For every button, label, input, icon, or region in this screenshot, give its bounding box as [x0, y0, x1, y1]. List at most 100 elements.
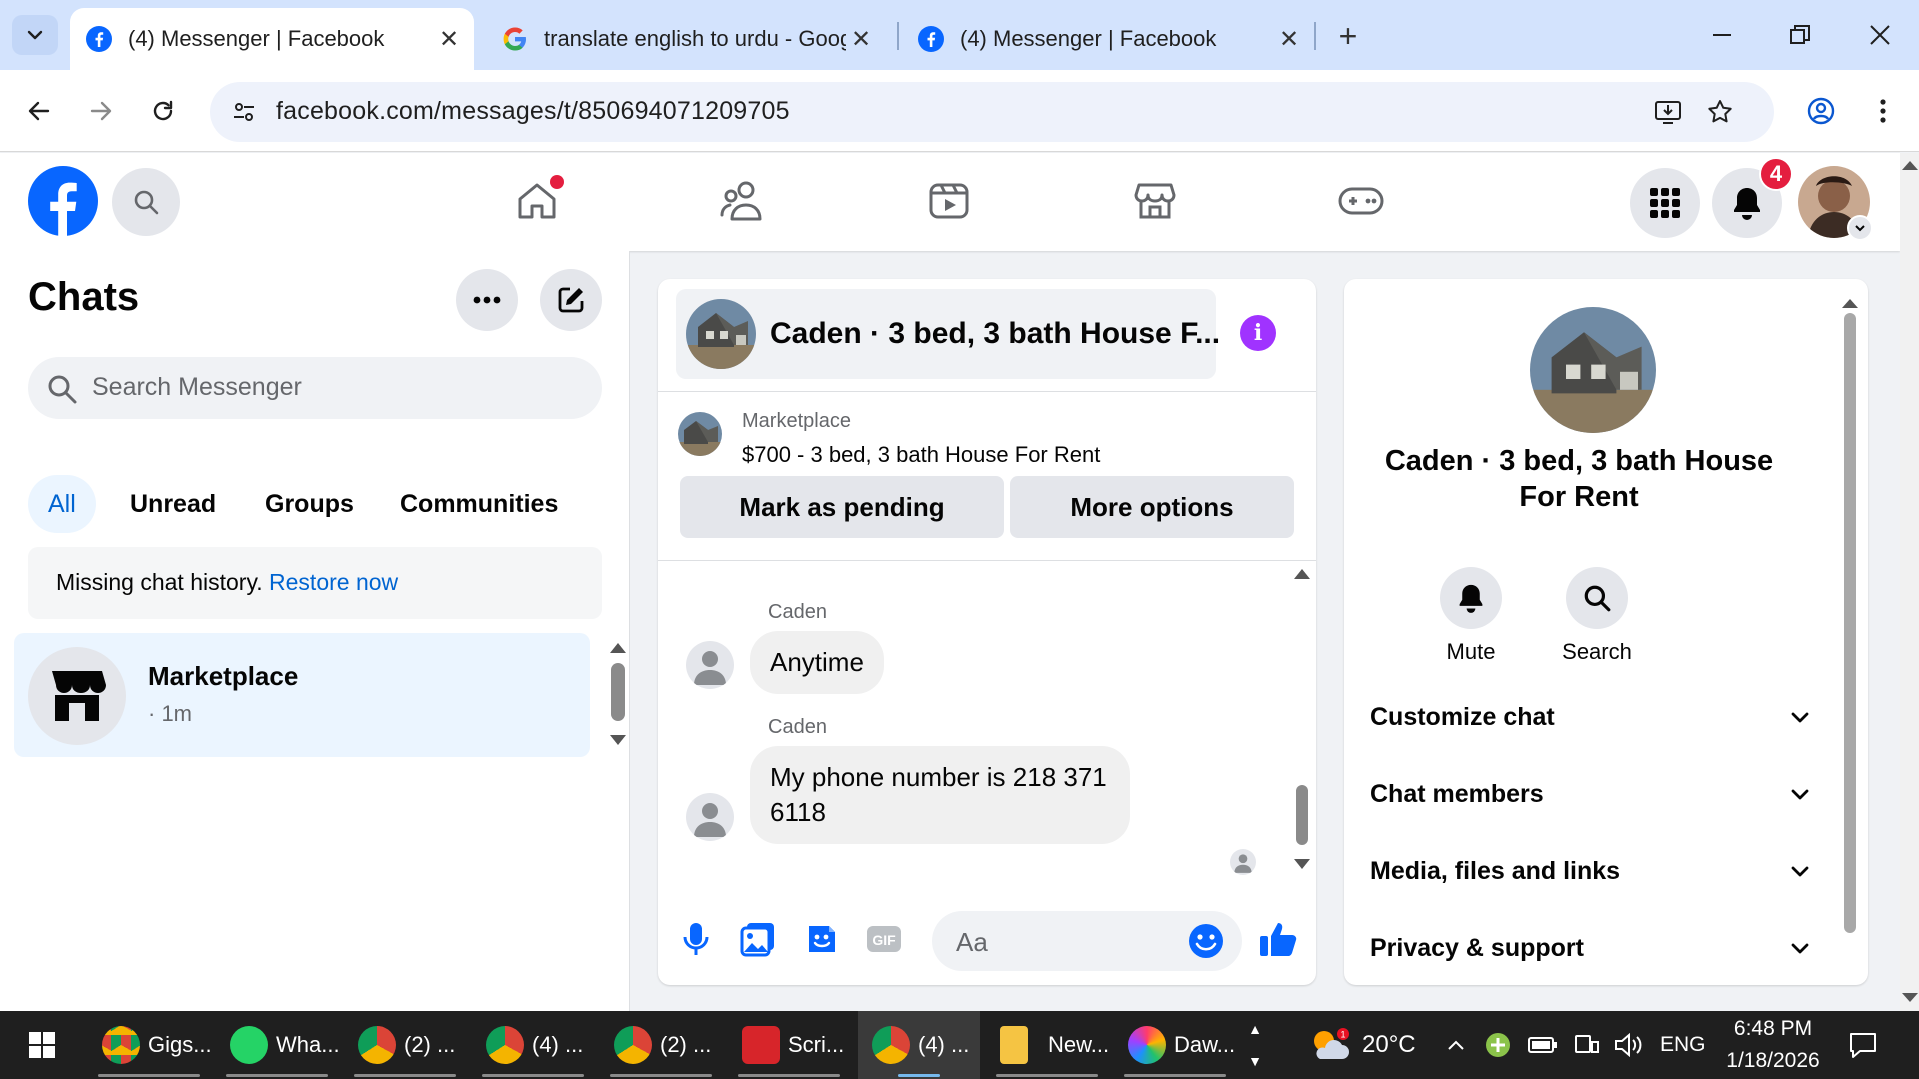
- chevron-up-icon[interactable]: ▲: [1248, 1021, 1262, 1037]
- conversation-header[interactable]: Caden · 3 bed, 3 bath House F...: [676, 289, 1220, 379]
- facebook-search-button[interactable]: [112, 168, 180, 236]
- mark-as-pending-button[interactable]: Mark as pending: [680, 476, 1004, 538]
- battery-indicator[interactable]: [1528, 1011, 1558, 1079]
- language-indicator[interactable]: ENG: [1660, 1011, 1706, 1079]
- voice-clip-button[interactable]: [676, 919, 716, 959]
- chat-members-row[interactable]: Chat members: [1370, 764, 1810, 824]
- scroll-thumb[interactable]: [611, 663, 625, 721]
- chat-list-scrollbar[interactable]: [608, 643, 628, 751]
- close-window-button[interactable]: [1852, 12, 1908, 58]
- network-indicator[interactable]: [1574, 1011, 1600, 1079]
- filter-communities[interactable]: Communities: [380, 475, 578, 533]
- scroll-down-arrow[interactable]: [1294, 859, 1310, 869]
- close-tab-icon[interactable]: ✕: [1274, 24, 1304, 54]
- facebook-logo[interactable]: [28, 166, 98, 236]
- taskbar-overflow-arrows[interactable]: ▲ ▼: [1244, 1011, 1266, 1079]
- privacy-support-row[interactable]: Privacy & support: [1370, 918, 1810, 978]
- new-tab-button[interactable]: +: [1328, 16, 1368, 56]
- filter-all[interactable]: All: [28, 475, 96, 533]
- emoji-icon[interactable]: [1188, 923, 1224, 959]
- taskbar-app-chrome-2b[interactable]: (2) ...: [600, 1011, 722, 1079]
- filter-unread[interactable]: Unread: [110, 475, 236, 533]
- sticker-button[interactable]: [802, 919, 842, 959]
- address-bar[interactable]: facebook.com/messages/t/850694071209705: [210, 82, 1774, 142]
- show-hidden-icons[interactable]: [1446, 1011, 1466, 1079]
- page-scrollbar[interactable]: [1900, 153, 1919, 1011]
- clock[interactable]: 6:48 PM 1/18/2026: [1718, 1011, 1828, 1079]
- messages-scrollbar[interactable]: [1292, 569, 1312, 873]
- search-action[interactable]: Search: [1552, 567, 1642, 665]
- weather-widget[interactable]: 1 20°C: [1310, 1011, 1416, 1079]
- restore-now-link[interactable]: Restore now: [269, 569, 398, 595]
- taskbar-app-chrome-2[interactable]: (2) ...: [344, 1011, 466, 1079]
- browser-menu-button[interactable]: [1860, 88, 1906, 134]
- taskbar-app-chrome-4[interactable]: (4) ...: [472, 1011, 594, 1079]
- tray-app-icon[interactable]: [1484, 1011, 1512, 1079]
- send-like-button[interactable]: [1258, 919, 1298, 959]
- reload-button[interactable]: [140, 88, 186, 134]
- close-tab-icon[interactable]: ✕: [434, 24, 464, 54]
- back-button[interactable]: [16, 88, 62, 134]
- scroll-up-arrow[interactable]: [1294, 569, 1310, 579]
- site-info-icon[interactable]: [228, 96, 260, 128]
- message-avatar[interactable]: [686, 793, 734, 841]
- scroll-up-arrow[interactable]: [1902, 161, 1918, 170]
- more-options-button[interactable]: More options: [1010, 476, 1294, 538]
- minimize-button[interactable]: [1694, 12, 1750, 58]
- conversation-info-button[interactable]: i: [1240, 315, 1276, 351]
- mute-action[interactable]: Mute: [1426, 567, 1516, 665]
- browser-tab-messenger-2[interactable]: (4) Messenger | Facebook ✕: [902, 8, 1314, 70]
- scroll-thumb[interactable]: [1296, 785, 1308, 845]
- browser-tab-messenger-1[interactable]: (4) Messenger | Facebook ✕: [70, 8, 474, 70]
- scroll-up-arrow[interactable]: [1842, 299, 1858, 308]
- account-menu-chevron[interactable]: [1847, 215, 1873, 241]
- details-scrollbar[interactable]: [1842, 299, 1858, 951]
- tab-search-button[interactable]: [12, 15, 58, 55]
- taskbar-app-chrome-active[interactable]: (4) ...: [858, 1011, 980, 1079]
- volume-indicator[interactable]: [1614, 1011, 1644, 1079]
- profile-button[interactable]: [1798, 88, 1844, 134]
- chat-options-button[interactable]: [456, 269, 518, 331]
- taskbar-app-daw[interactable]: Daw...: [1114, 1011, 1236, 1079]
- search-in-conversation-button[interactable]: [1566, 567, 1628, 629]
- nav-friends[interactable]: [710, 171, 776, 231]
- restore-button[interactable]: [1772, 12, 1828, 58]
- taskbar-app-chrome-gigs[interactable]: Gigs...: [88, 1011, 212, 1079]
- gif-button[interactable]: GIF: [864, 919, 904, 959]
- message-avatar[interactable]: [686, 641, 734, 689]
- mute-button[interactable]: [1440, 567, 1502, 629]
- nav-video[interactable]: [916, 171, 982, 231]
- start-button[interactable]: [14, 1011, 76, 1079]
- taskbar-app-wps[interactable]: Scri...: [728, 1011, 850, 1079]
- details-avatar[interactable]: [1530, 307, 1656, 433]
- scroll-down-arrow[interactable]: [1902, 993, 1918, 1002]
- scroll-up-arrow[interactable]: [610, 643, 626, 653]
- listing-title[interactable]: $700 - 3 bed, 3 bath House For Rent: [742, 442, 1100, 468]
- browser-tab-google-translate[interactable]: translate english to urdu - Goog ✕: [486, 8, 886, 70]
- notification-center-button[interactable]: [1848, 1011, 1878, 1079]
- message-bubble[interactable]: Anytime: [750, 631, 884, 694]
- taskbar-app-file-explorer[interactable]: New...: [986, 1011, 1109, 1079]
- new-message-button[interactable]: [540, 269, 602, 331]
- nav-home[interactable]: [504, 171, 570, 231]
- nav-marketplace[interactable]: [1122, 171, 1188, 231]
- attach-photo-button[interactable]: [738, 919, 778, 959]
- install-app-icon[interactable]: [1652, 96, 1684, 128]
- message-input[interactable]: Aa: [932, 911, 1242, 971]
- forward-button[interactable]: [78, 88, 124, 134]
- close-tab-icon[interactable]: ✕: [846, 24, 876, 54]
- scroll-down-arrow[interactable]: [610, 735, 626, 745]
- customize-chat-row[interactable]: Customize chat: [1370, 687, 1810, 747]
- message-bubble[interactable]: My phone number is 218 371 6118: [750, 746, 1130, 844]
- chevron-down-icon[interactable]: ▼: [1248, 1053, 1262, 1069]
- scroll-thumb[interactable]: [1844, 313, 1856, 933]
- filter-groups[interactable]: Groups: [245, 475, 374, 533]
- listing-thumbnail[interactable]: [678, 412, 722, 456]
- menu-button[interactable]: [1630, 168, 1700, 238]
- nav-gaming[interactable]: [1328, 171, 1394, 231]
- bookmark-star-icon[interactable]: [1704, 96, 1736, 128]
- taskbar-app-whatsapp[interactable]: Wha...: [216, 1011, 340, 1079]
- media-files-links-row[interactable]: Media, files and links: [1370, 841, 1810, 901]
- chat-list-item[interactable]: Marketplace · 1m: [14, 633, 590, 757]
- search-messenger-input[interactable]: Search Messenger: [28, 357, 602, 419]
